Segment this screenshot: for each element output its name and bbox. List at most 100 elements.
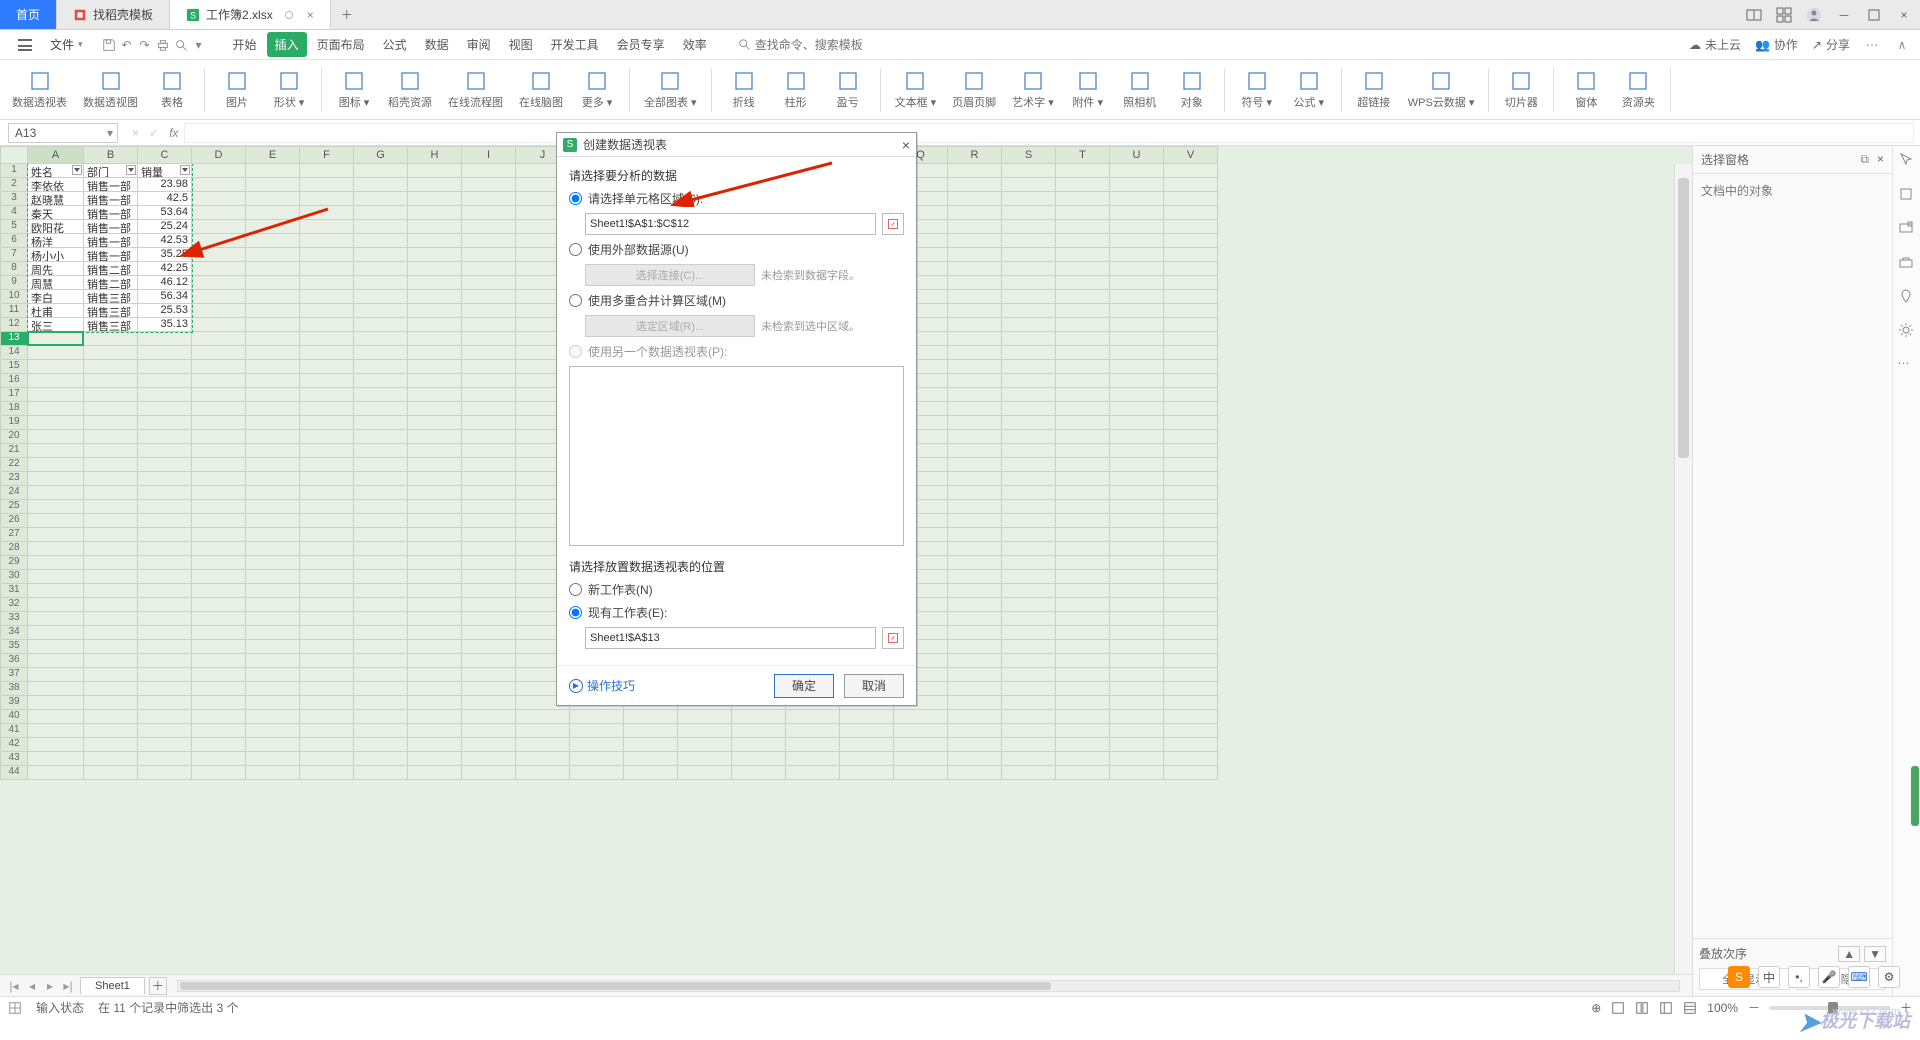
cell-C40[interactable]: [138, 710, 192, 724]
sheet-nav-next-icon[interactable]: ▸: [42, 978, 58, 994]
cell-V1[interactable]: [1164, 164, 1218, 178]
cell-G33[interactable]: [354, 612, 408, 626]
zoom-value[interactable]: 100%: [1707, 1001, 1738, 1015]
cell-V40[interactable]: [1164, 710, 1218, 724]
cell-S31[interactable]: [1002, 584, 1056, 598]
screenshot-icon[interactable]: [1898, 220, 1916, 238]
cell-E3[interactable]: [246, 192, 300, 206]
cell-R43[interactable]: [948, 752, 1002, 766]
cell-D9[interactable]: [192, 276, 246, 290]
filter-dropdown-icon[interactable]: [72, 165, 82, 175]
row-header-37[interactable]: 37: [0, 668, 28, 682]
cell-V15[interactable]: [1164, 360, 1218, 374]
cell-F35[interactable]: [300, 640, 354, 654]
ime-punct-icon[interactable]: •,: [1788, 966, 1810, 988]
cell-R42[interactable]: [948, 738, 1002, 752]
cell-I29[interactable]: [462, 556, 516, 570]
cell-B8[interactable]: 销售二部: [84, 262, 138, 276]
cell-B16[interactable]: [84, 374, 138, 388]
cell-G36[interactable]: [354, 654, 408, 668]
cell-I26[interactable]: [462, 514, 516, 528]
cell-T23[interactable]: [1056, 472, 1110, 486]
ribbon-对象[interactable]: 对象: [1168, 61, 1216, 119]
cell-C43[interactable]: [138, 752, 192, 766]
cell-E24[interactable]: [246, 486, 300, 500]
cell-T34[interactable]: [1056, 626, 1110, 640]
cell-R12[interactable]: [948, 318, 1002, 332]
view-read-icon[interactable]: [1635, 1001, 1649, 1015]
cell-S12[interactable]: [1002, 318, 1056, 332]
cell-I24[interactable]: [462, 486, 516, 500]
cell-S24[interactable]: [1002, 486, 1056, 500]
cell-K43[interactable]: [570, 752, 624, 766]
cell-I3[interactable]: [462, 192, 516, 206]
cell-G30[interactable]: [354, 570, 408, 584]
cell-Q41[interactable]: [894, 724, 948, 738]
cell-R4[interactable]: [948, 206, 1002, 220]
cell-C13[interactable]: [138, 332, 192, 346]
cell-R27[interactable]: [948, 528, 1002, 542]
row-header-8[interactable]: 8: [0, 262, 28, 276]
cell-D42[interactable]: [192, 738, 246, 752]
cell-E8[interactable]: [246, 262, 300, 276]
cell-U17[interactable]: [1110, 388, 1164, 402]
cell-V20[interactable]: [1164, 430, 1218, 444]
customize-status-icon[interactable]: [8, 1001, 22, 1015]
cell-C32[interactable]: [138, 598, 192, 612]
cell-V36[interactable]: [1164, 654, 1218, 668]
ribbon-WPS云数据[interactable]: WPS云数据 ▾: [1402, 61, 1481, 119]
cell-G41[interactable]: [354, 724, 408, 738]
menu-审阅[interactable]: 审阅: [459, 32, 499, 57]
cell-U32[interactable]: [1110, 598, 1164, 612]
cell-T35[interactable]: [1056, 640, 1110, 654]
cell-S26[interactable]: [1002, 514, 1056, 528]
cell-G32[interactable]: [354, 598, 408, 612]
cell-R3[interactable]: [948, 192, 1002, 206]
cell-B42[interactable]: [84, 738, 138, 752]
cell-I15[interactable]: [462, 360, 516, 374]
cell-G3[interactable]: [354, 192, 408, 206]
cell-U40[interactable]: [1110, 710, 1164, 724]
cell-T24[interactable]: [1056, 486, 1110, 500]
cell-D11[interactable]: [192, 304, 246, 318]
ribbon-公式[interactable]: 公式 ▾: [1285, 61, 1333, 119]
cell-M42[interactable]: [678, 738, 732, 752]
cell-S38[interactable]: [1002, 682, 1056, 696]
row-header-29[interactable]: 29: [0, 556, 28, 570]
cell-J44[interactable]: [516, 766, 570, 780]
cell-P42[interactable]: [840, 738, 894, 752]
cell-E17[interactable]: [246, 388, 300, 402]
cell-C34[interactable]: [138, 626, 192, 640]
cell-E36[interactable]: [246, 654, 300, 668]
cell-E34[interactable]: [246, 626, 300, 640]
col-header-B[interactable]: B: [84, 146, 138, 164]
cell-I31[interactable]: [462, 584, 516, 598]
cell-K44[interactable]: [570, 766, 624, 780]
cell-N42[interactable]: [732, 738, 786, 752]
cell-F23[interactable]: [300, 472, 354, 486]
cell-I30[interactable]: [462, 570, 516, 584]
ribbon-更多[interactable]: 更多 ▾: [573, 61, 621, 119]
cell-U44[interactable]: [1110, 766, 1164, 780]
cell-V43[interactable]: [1164, 752, 1218, 766]
cell-U20[interactable]: [1110, 430, 1164, 444]
ribbon-在线流程图[interactable]: 在线流程图: [442, 61, 509, 119]
col-header-H[interactable]: H: [408, 146, 462, 164]
cell-S3[interactable]: [1002, 192, 1056, 206]
cell-C9[interactable]: 46.12: [138, 276, 192, 290]
cell-G2[interactable]: [354, 178, 408, 192]
menu-公式[interactable]: 公式: [375, 32, 415, 57]
cell-U22[interactable]: [1110, 458, 1164, 472]
cell-H27[interactable]: [408, 528, 462, 542]
cell-S20[interactable]: [1002, 430, 1056, 444]
cell-F42[interactable]: [300, 738, 354, 752]
col-header-V[interactable]: V: [1164, 146, 1218, 164]
cell-D28[interactable]: [192, 542, 246, 556]
cell-T25[interactable]: [1056, 500, 1110, 514]
cell-C37[interactable]: [138, 668, 192, 682]
cell-H9[interactable]: [408, 276, 462, 290]
cell-A13[interactable]: [28, 332, 84, 346]
cell-V19[interactable]: [1164, 416, 1218, 430]
ok-button[interactable]: 确定: [774, 674, 834, 698]
radio-multi-range[interactable]: [569, 294, 582, 307]
